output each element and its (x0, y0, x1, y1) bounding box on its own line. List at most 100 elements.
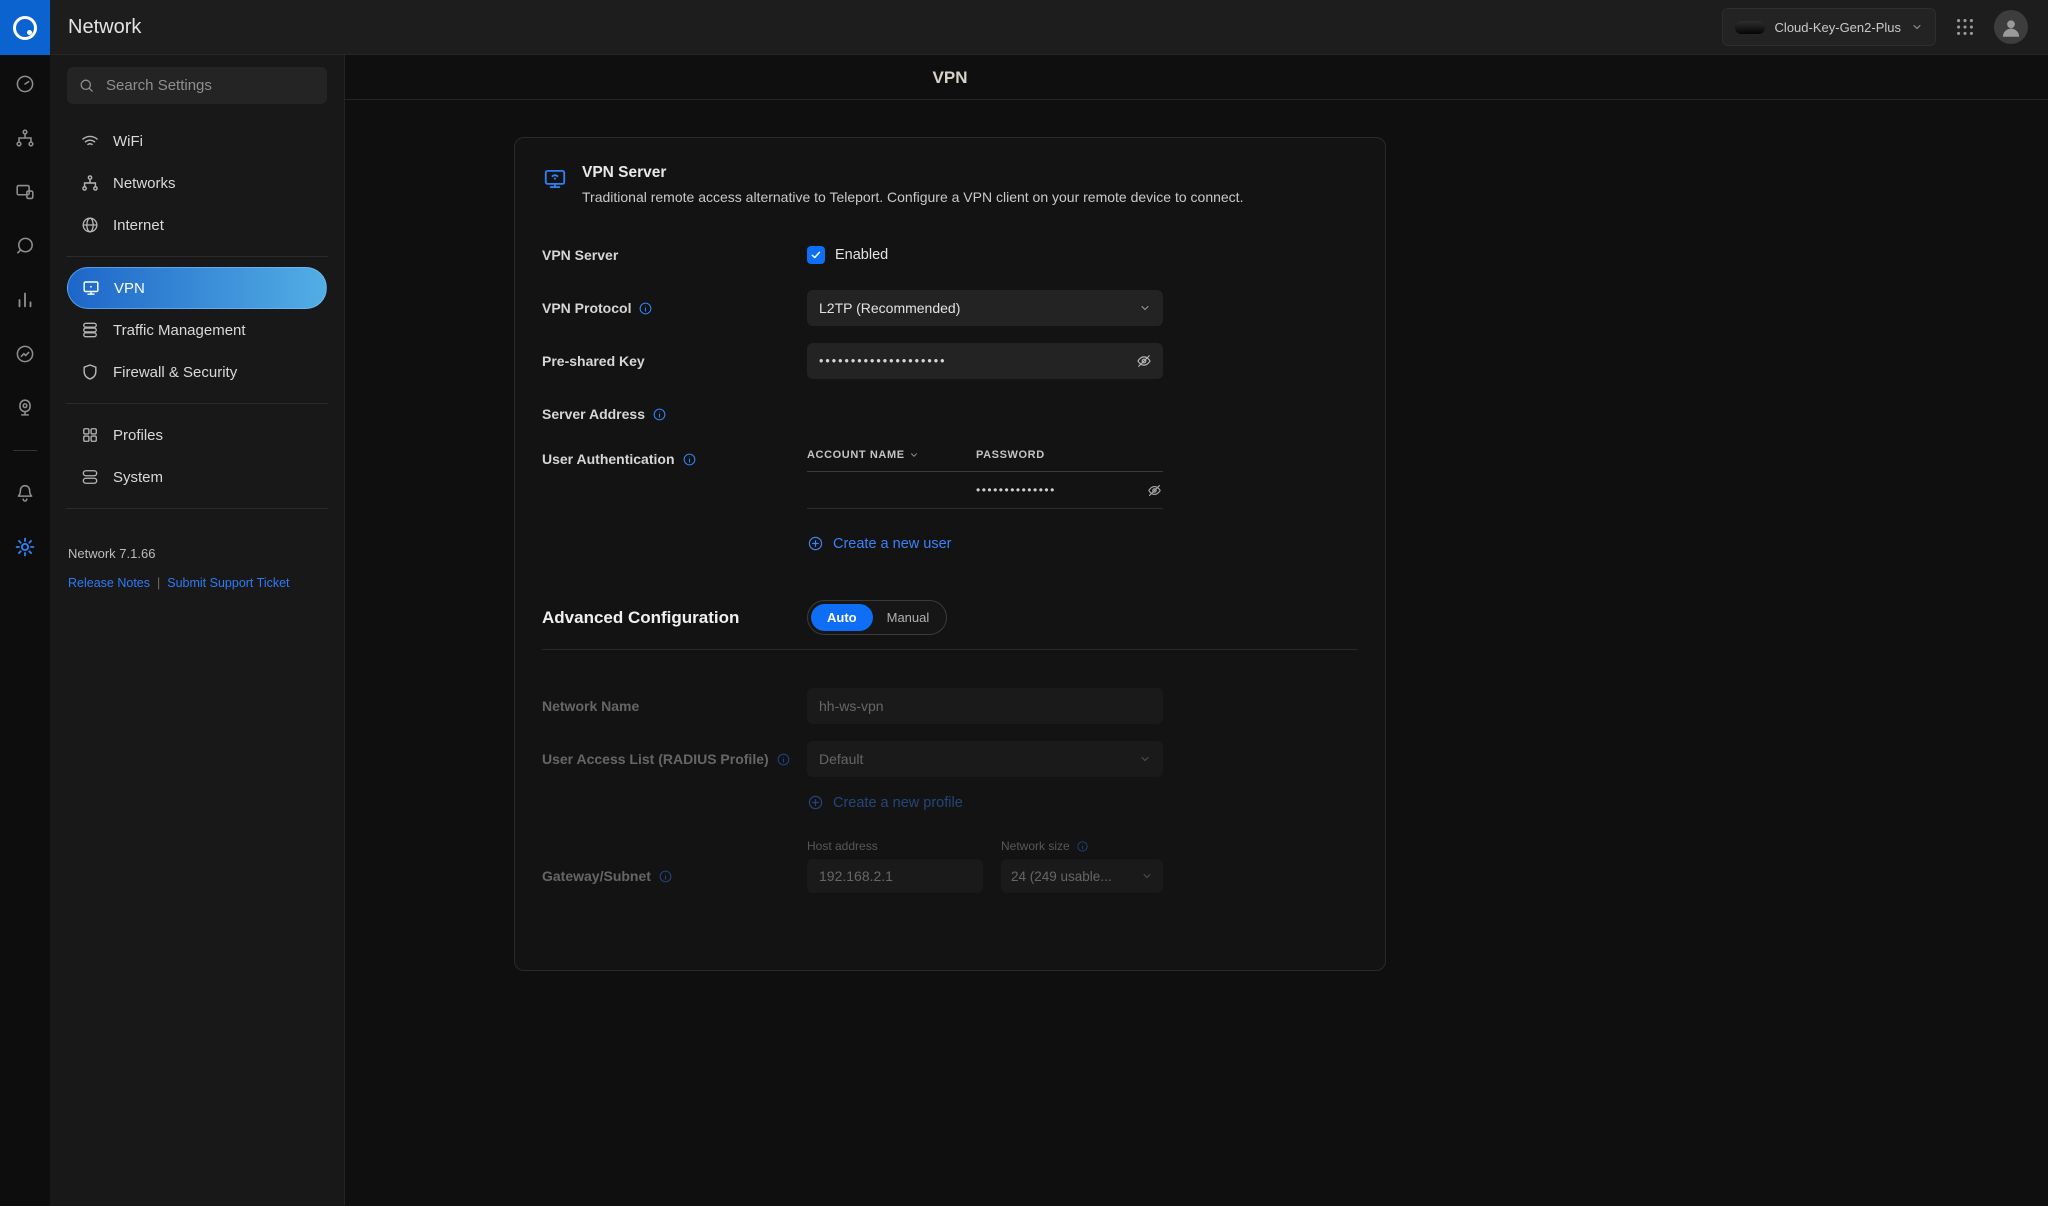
settings-scroll-area: VPN Server Traditional remote access alt… (345, 100, 2048, 1206)
create-profile-link: Create a new profile (833, 794, 963, 811)
user-avatar-icon[interactable] (1994, 10, 2028, 44)
device-name: Cloud-Key-Gen2-Plus (1774, 19, 1901, 35)
info-icon[interactable] (638, 301, 653, 316)
rail-icon-list (13, 55, 37, 559)
eye-off-icon[interactable] (1135, 352, 1153, 370)
toggle-auto[interactable]: Auto (811, 604, 873, 631)
eye-off-icon[interactable] (1146, 482, 1163, 499)
radius-profile-row: User Access List (RADIUS Profile) Defaul… (542, 741, 1358, 777)
preshared-key-field[interactable]: •••••••••••••••••••• (807, 343, 1163, 379)
sidebar-footer-links: Release Notes | Submit Support Ticket (67, 576, 327, 590)
advanced-disabled-section: Network Name hh-ws-vpn User Access List … (542, 688, 1358, 893)
wifi-icon (82, 135, 98, 146)
network-size-value: 24 (249 usable... (1011, 868, 1112, 884)
sidebar-item-networks[interactable]: Networks (67, 162, 327, 204)
statistics-icon[interactable] (13, 288, 37, 312)
preshared-key-label-wrap: Pre-shared Key (542, 353, 807, 369)
version-label: Network 7.1.66 (68, 546, 156, 561)
sidebar-item-vpn[interactable]: VPN (67, 267, 327, 309)
clients-icon[interactable] (13, 234, 37, 258)
vpn-server-row: VPN Server Enabled (542, 237, 1358, 273)
search-input[interactable] (104, 76, 316, 95)
unifi-logo-mark (13, 15, 37, 40)
chevron-down-icon (1141, 306, 1149, 311)
auth-table-header: ACCOUNT NAME PASSWORD (807, 449, 1163, 472)
server-address-label: Server Address (542, 406, 645, 422)
network-size-select: 24 (249 usable... (1001, 859, 1163, 893)
firewall-shield-icon (83, 364, 97, 380)
card-title: VPN Server (582, 164, 667, 181)
system-stack-icon (82, 470, 98, 484)
account-name-header-label: ACCOUNT NAME (807, 449, 905, 461)
enabled-checkbox[interactable] (807, 246, 825, 264)
network-name-row: Network Name hh-ws-vpn (542, 688, 1358, 724)
card-description: Traditional remote access alternative to… (582, 189, 1244, 205)
unifi-logo[interactable] (0, 0, 50, 55)
advanced-configuration-title: Advanced Configuration (542, 607, 740, 627)
network-name-value: hh-ws-vpn (819, 698, 884, 714)
apps-grid-icon[interactable] (1954, 16, 1976, 38)
sidebar-item-firewall-security[interactable]: Firewall & Security (67, 351, 327, 393)
internet-globe-icon (82, 217, 98, 233)
vpn-server-icon (544, 169, 566, 189)
dashboard-icon[interactable] (13, 72, 37, 96)
password-header-label: PASSWORD (976, 449, 1045, 461)
vpn-protocol-select[interactable]: L2TP (Recommended) (807, 290, 1163, 326)
topology-icon[interactable] (13, 126, 37, 150)
sidebar-item-label: Networks (113, 174, 176, 192)
profiles-grid-icon (83, 428, 97, 442)
support-ticket-link[interactable]: Submit Support Ticket (167, 576, 289, 590)
gateway-subnet-row: Gateway/Subnet Host address 192.168.2.1 … (542, 839, 1358, 893)
auth-table-row[interactable]: •••••••••••••• (807, 472, 1163, 509)
info-icon[interactable] (652, 407, 667, 422)
create-user-row: Create a new user (807, 535, 1358, 552)
server-address-row: Server Address (542, 396, 1358, 432)
search-icon (80, 79, 93, 92)
password-cell: •••••••••••••• (976, 482, 1163, 499)
rail-divider (13, 450, 37, 451)
radius-value: Default (819, 751, 864, 767)
sidebar-item-system[interactable]: System (67, 456, 327, 498)
sidebar-item-profiles[interactable]: Profiles (67, 414, 327, 456)
system-log-icon[interactable] (13, 396, 37, 420)
user-auth-label: User Authentication (542, 451, 675, 467)
vpn-server-label-wrap: VPN Server (542, 247, 807, 263)
app-rail (0, 0, 50, 1206)
sidebar-item-label: Traffic Management (113, 321, 246, 339)
settings-gear-icon[interactable] (13, 535, 37, 559)
notifications-bell-icon[interactable] (13, 481, 37, 505)
sidebar-item-label: Profiles (113, 426, 164, 444)
toggle-manual[interactable]: Manual (873, 604, 944, 631)
info-icon (659, 870, 672, 882)
info-icon (1077, 840, 1088, 852)
sidebar-item-label: System (113, 468, 164, 486)
info-icon[interactable] (682, 452, 697, 467)
row-password-value: •••••••••••••• (976, 483, 1056, 497)
vpn-protocol-label-wrap: VPN Protocol (542, 300, 807, 316)
network-size-group: Network size 24 (249 usable... (1001, 839, 1163, 893)
create-user-link[interactable]: Create a new user (833, 536, 951, 552)
insights-icon[interactable] (13, 342, 37, 366)
traffic-management-icon (83, 322, 97, 338)
page-title: VPN (932, 68, 968, 87)
chevron-down-icon (1141, 757, 1149, 762)
chevron-down-icon (1913, 25, 1921, 30)
menu-divider (66, 403, 328, 404)
sidebar-item-traffic-management[interactable]: Traffic Management (67, 309, 327, 351)
sidebar-item-internet[interactable]: Internet (67, 204, 327, 246)
link-separator: | (157, 576, 161, 590)
host-address-label: Host address (807, 839, 878, 853)
vpn-server-label: VPN Server (542, 247, 619, 263)
sidebar-item-wifi[interactable]: WiFi (67, 120, 327, 162)
topbar-actions: Cloud-Key-Gen2-Plus (1721, 8, 2048, 46)
devices-icon[interactable] (13, 180, 37, 204)
release-notes-link[interactable]: Release Notes (68, 576, 150, 590)
host-address-group: Host address 192.168.2.1 (807, 839, 983, 893)
app-root: Network Cloud-Key-Gen2-Plus Search Setti… (0, 0, 2048, 1206)
search-box (67, 67, 327, 104)
sort-chevron-icon (910, 453, 917, 457)
content-row: WiFi Networks Internet VPN (50, 55, 2048, 1206)
sidebar-item-label: Firewall & Security (113, 363, 238, 381)
device-selector[interactable]: Cloud-Key-Gen2-Plus (1721, 8, 1936, 46)
account-name-header[interactable]: ACCOUNT NAME (807, 449, 976, 461)
